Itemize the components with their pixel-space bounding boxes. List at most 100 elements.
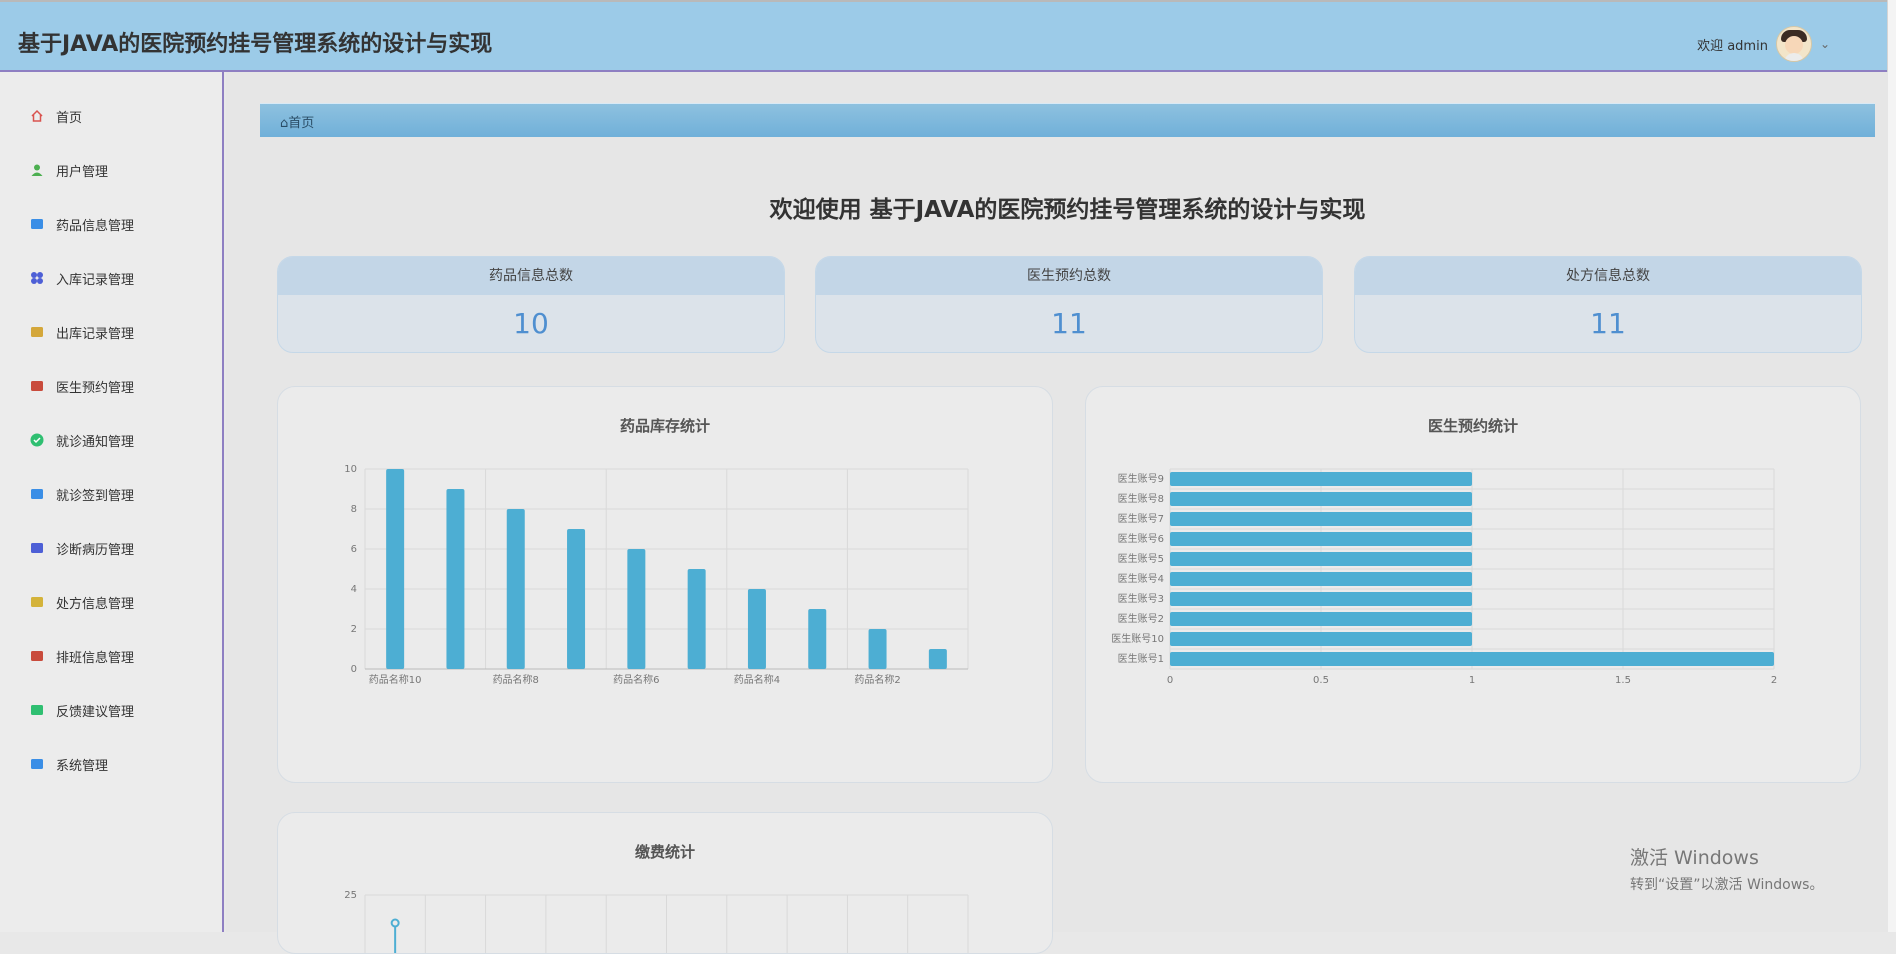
y-tick-label: 医生账号6	[1118, 532, 1164, 545]
sidebar-item-label: 首页	[56, 110, 83, 126]
bar	[567, 529, 586, 669]
bar	[928, 649, 947, 669]
bar	[868, 629, 887, 669]
bar	[386, 469, 405, 669]
x-tick-label: 药品名称2	[854, 673, 900, 686]
bar	[687, 569, 706, 669]
y-tick-label: 医生账号8	[1118, 492, 1164, 505]
sidebar-item-label: 系统管理	[56, 758, 109, 774]
data-point	[390, 918, 400, 928]
sidebar-item-0[interactable]: 首页	[30, 104, 82, 128]
user-menu[interactable]: 欢迎 admin ⌄	[1697, 26, 1830, 62]
stat-card-appointment-total: 医生预约总数 11	[815, 256, 1323, 353]
sidebar-item-label: 排班信息管理	[56, 650, 135, 666]
stat-label: 医生预约总数	[816, 257, 1322, 295]
watermark-title: 激活 Windows	[1630, 847, 1759, 869]
chevron-down-icon[interactable]: ⌄	[1820, 37, 1830, 51]
sidebar-item-label: 就诊通知管理	[56, 434, 135, 450]
x-tick-label: 药品名称4	[734, 673, 780, 686]
sidebar-item-label: 医生预约管理	[56, 380, 135, 396]
building-icon	[30, 325, 44, 339]
home-icon	[30, 109, 44, 123]
sidebar-item-2[interactable]: 药品信息管理	[30, 212, 134, 236]
sidebar-item-10[interactable]: 排班信息管理	[30, 644, 134, 668]
check-circle-icon	[30, 433, 44, 447]
sidebar-item-4[interactable]: 出库记录管理	[30, 320, 134, 344]
x-tick-label: 1.5	[1615, 675, 1631, 686]
bar	[1170, 572, 1472, 586]
ticket-icon	[30, 487, 44, 501]
bar	[1170, 632, 1472, 646]
welcome-user-text: 欢迎 admin	[1697, 38, 1768, 54]
window-scrollbar[interactable]	[1887, 0, 1896, 932]
avatar[interactable]	[1775, 26, 1812, 62]
medicine-stock-chart-panel: 药品库存统计 0 2 4 6 8 10 药品名称10 药品名称8 药品名称6 药品名称4 药品名称2	[277, 386, 1053, 783]
user-icon	[30, 163, 44, 177]
bar	[1170, 652, 1774, 666]
sidebar-item-label: 入库记录管理	[56, 272, 135, 288]
sidebar-item-label: 反馈建议管理	[56, 704, 135, 720]
sidebar-item-label: 药品信息管理	[56, 218, 135, 234]
sidebar-item-label: 处方信息管理	[56, 596, 135, 612]
notebook-icon	[30, 703, 44, 717]
y-tick-label: 25	[344, 890, 357, 901]
briefcase-icon	[30, 649, 44, 663]
sidebar-item-5[interactable]: 医生预约管理	[30, 374, 134, 398]
breadcrumb-home-link[interactable]: ⌂首页	[280, 112, 314, 131]
grid-icon	[30, 271, 44, 285]
y-tick-label: 医生账号10	[1111, 632, 1164, 645]
y-tick-label: 医生账号1	[1118, 652, 1164, 665]
y-tick-label: 10	[344, 464, 357, 475]
medicine-stock-chart: 0 2 4 6 8 10 药品名称10 药品名称8 药品名称6 药品名称4 药品名称2	[344, 464, 969, 686]
stat-label: 处方信息总数	[1355, 257, 1861, 295]
x-tick-label: 0.5	[1313, 675, 1329, 686]
top-header: 基于JAVA的医院预约挂号管理系统的设计与实现 欢迎 admin ⌄	[0, 0, 1888, 72]
bar	[1170, 472, 1472, 486]
card-icon	[30, 595, 44, 609]
x-tick-label: 1	[1469, 675, 1475, 686]
sidebar-item-label: 诊断病历管理	[56, 542, 135, 558]
bar	[1170, 612, 1472, 626]
sidebar-item-7[interactable]: 就诊签到管理	[30, 482, 134, 506]
windows-activation-watermark: 激活 Windows 转到“设置”以激活 Windows。	[1630, 843, 1823, 894]
x-tick-label: 药品名称8	[493, 673, 539, 686]
y-tick-label: 医生账号5	[1118, 552, 1164, 565]
sidebar: 首页用户管理药品信息管理 入库记录管理出库记录管理医生预约管理 就诊通知管理 就诊签到…	[0, 72, 224, 932]
watermark-subtitle: 转到“设置”以激活 Windows。	[1630, 877, 1824, 893]
bar	[1170, 492, 1472, 506]
bar	[1170, 532, 1472, 546]
payment-chart-panel: 缴费统计 25	[277, 812, 1053, 954]
y-tick-label: 4	[351, 584, 357, 595]
sidebar-item-9[interactable]: 处方信息管理	[30, 590, 134, 614]
stat-value: 10	[513, 307, 549, 340]
y-tick-label: 6	[351, 544, 357, 555]
x-tick-label: 药品名称6	[613, 673, 659, 686]
x-tick-label: 2	[1771, 675, 1777, 686]
doctor-appointment-chart: 0 0.5 1 1.5 2 医生账号9 医生账号8 医生账号7 医生账号6 医生账号5 医生账号4 医…	[1111, 468, 1777, 686]
breadcrumb: ⌂首页	[260, 103, 1875, 137]
y-tick-label: 医生账号2	[1118, 612, 1164, 625]
bar	[1170, 512, 1472, 526]
sidebar-item-12[interactable]: 系统管理	[30, 752, 108, 776]
sidebar-item-label: 就诊签到管理	[56, 488, 135, 504]
y-tick-label: 2	[351, 624, 357, 635]
bar	[1170, 552, 1472, 566]
sidebar-item-1[interactable]: 用户管理	[30, 158, 108, 182]
sidebar-item-6[interactable]: 就诊通知管理	[30, 428, 134, 452]
doctor-appointment-chart-panel: 医生预约统计 0 0.5 1 1.5 2 医生账号9 医生账号8 医生账号7 医生账号6 医生账号…	[1085, 386, 1861, 783]
stat-label: 药品信息总数	[278, 257, 784, 295]
sidebar-item-11[interactable]: 反馈建议管理	[30, 698, 134, 722]
payment-chart: 25	[344, 890, 969, 953]
y-tick-label: 医生账号3	[1118, 592, 1164, 605]
bar	[1170, 592, 1472, 606]
bar	[506, 509, 525, 669]
y-tick-label: 医生账号9	[1118, 472, 1164, 485]
sidebar-item-8[interactable]: 诊断病历管理	[30, 536, 134, 560]
sidebar-item-3[interactable]: 入库记录管理	[30, 266, 134, 290]
stat-card-prescription-total: 处方信息总数 11	[1354, 256, 1862, 353]
y-tick-label: 8	[351, 504, 357, 515]
bar	[446, 489, 465, 669]
monitor-icon	[30, 757, 44, 771]
sidebar-item-label: 用户管理	[56, 164, 109, 180]
app-title: 基于JAVA的医院预约挂号管理系统的设计与实现	[18, 32, 493, 57]
